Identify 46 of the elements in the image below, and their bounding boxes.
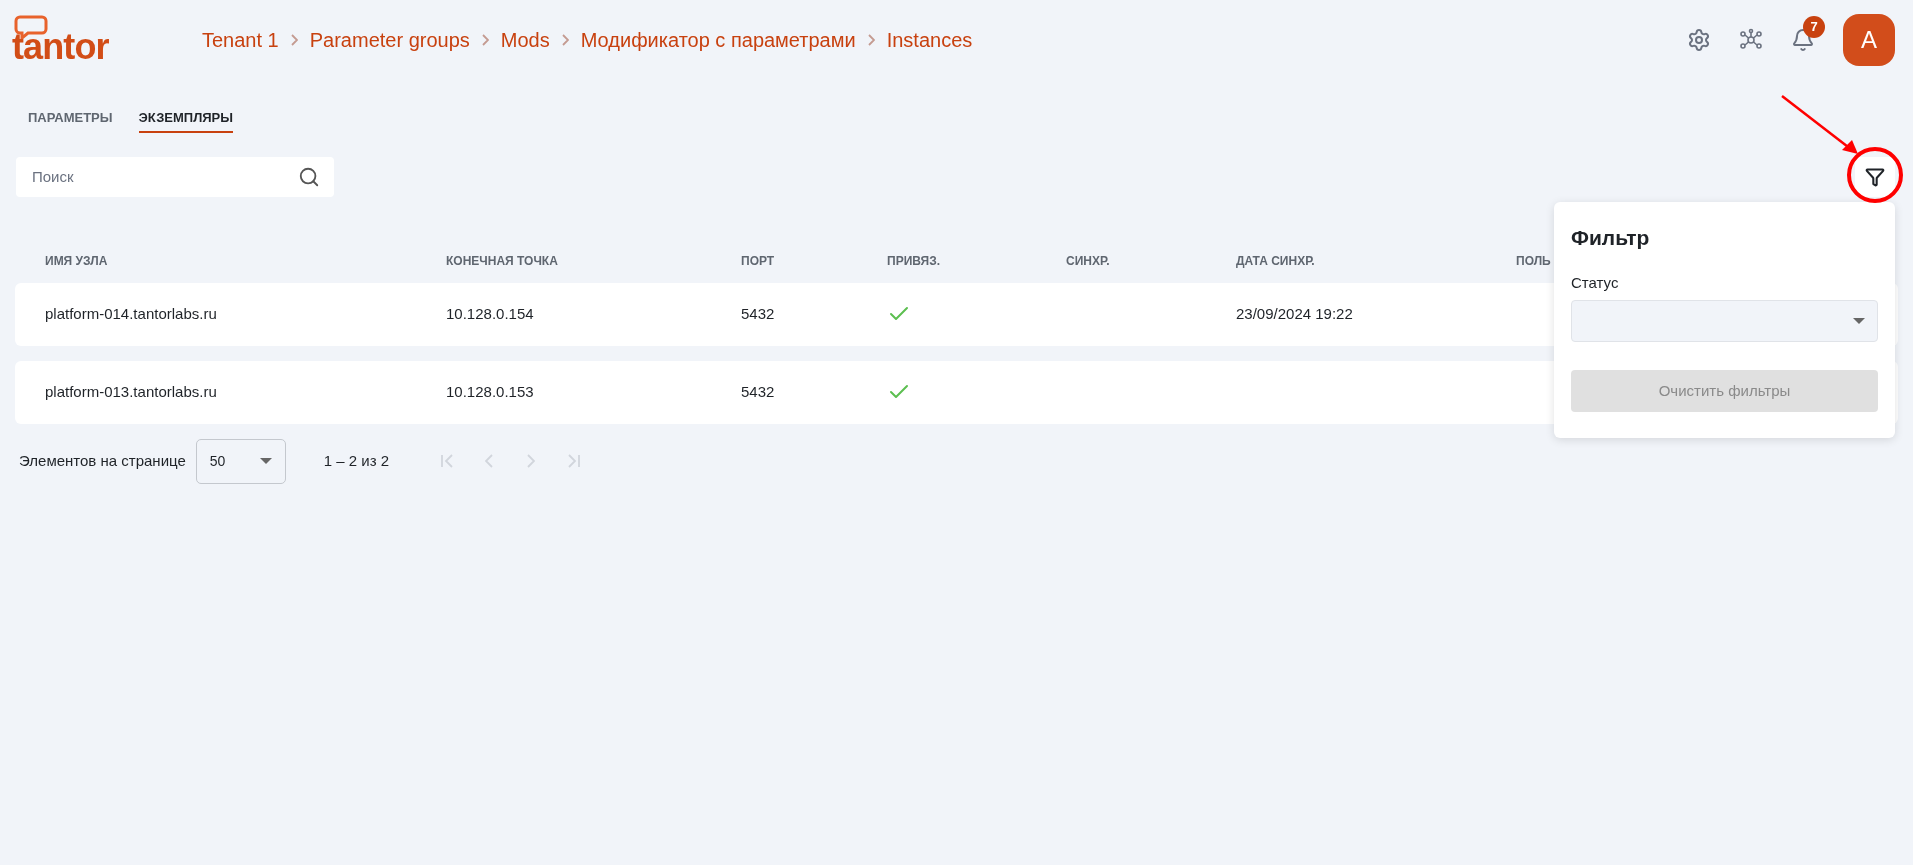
previous-page-icon (485, 454, 494, 468)
table-cell-text: 10.128.0.153 (446, 381, 535, 402)
table-cell-text: 10.128.0.154 (446, 303, 535, 324)
first-page-icon (440, 454, 454, 468)
notification-badge: 7 (1803, 16, 1825, 38)
table-cell-text: platform-014.tantorlabs.ru (45, 303, 218, 324)
avatar[interactable]: A (1843, 14, 1895, 66)
annotation-circle (1846, 146, 1904, 204)
tab[interactable]: ЭКЗЕМПЛЯРЫ (138, 108, 234, 133)
column-header: СИНХР. (1066, 252, 1110, 270)
column-header: КОНЕЧНАЯ ТОЧКА (446, 252, 558, 270)
table-cell-text: 5432 (741, 381, 776, 402)
filter-button[interactable] (1855, 156, 1895, 197)
page-size-select[interactable]: 50 (195, 438, 286, 484)
tab[interactable]: ПАРАМЕТРЫ (28, 108, 113, 133)
column-header: ПРИВЯЗ. (887, 252, 941, 270)
chevron-right-icon (867, 34, 875, 46)
filter-icon (1865, 166, 1885, 187)
table-cell: 23/09/2024 19:22 (1236, 305, 1353, 322)
breadcrumb-link[interactable]: Tenant 1 (202, 25, 279, 55)
page-range: 1 – 2 из 2 (323, 450, 390, 471)
table-cell-text: 5432 (741, 303, 776, 324)
chevron-right-icon (290, 34, 298, 46)
breadcrumb-link[interactable]: Instances (886, 25, 973, 55)
dropdown-caret-icon (259, 458, 272, 464)
settings-icon[interactable] (1687, 28, 1711, 52)
dropdown-caret-icon (1853, 318, 1865, 324)
chevron-right-icon (481, 34, 489, 46)
breadcrumb-link[interactable]: Parameter groups (309, 25, 470, 55)
breadcrumb-link[interactable]: Mods (500, 25, 550, 55)
column-header: ДАТА СИНХР. (1236, 252, 1315, 270)
search-field[interactable]: Поиск (16, 156, 334, 197)
table-cell-text: platform-013.tantorlabs.ru (45, 381, 218, 402)
filter-title: Фильтр (1571, 225, 1651, 251)
column-header: ПОРТ (741, 252, 775, 270)
logo-text: tantor (12, 29, 109, 65)
search-icon[interactable] (298, 165, 320, 188)
logo[interactable]: tantor (12, 15, 140, 65)
page-size-label: Элементов на странице (19, 450, 186, 471)
column-header: ИМЯ УЗЛА (45, 252, 108, 270)
column-header: ПОЛЬ (1516, 252, 1551, 270)
chevron-right-icon (561, 34, 569, 46)
network-icon[interactable] (1739, 28, 1763, 52)
last-page-icon (566, 454, 580, 468)
next-page-icon (527, 454, 536, 468)
breadcrumb-link[interactable]: Модификатор с параметрами (580, 25, 856, 55)
